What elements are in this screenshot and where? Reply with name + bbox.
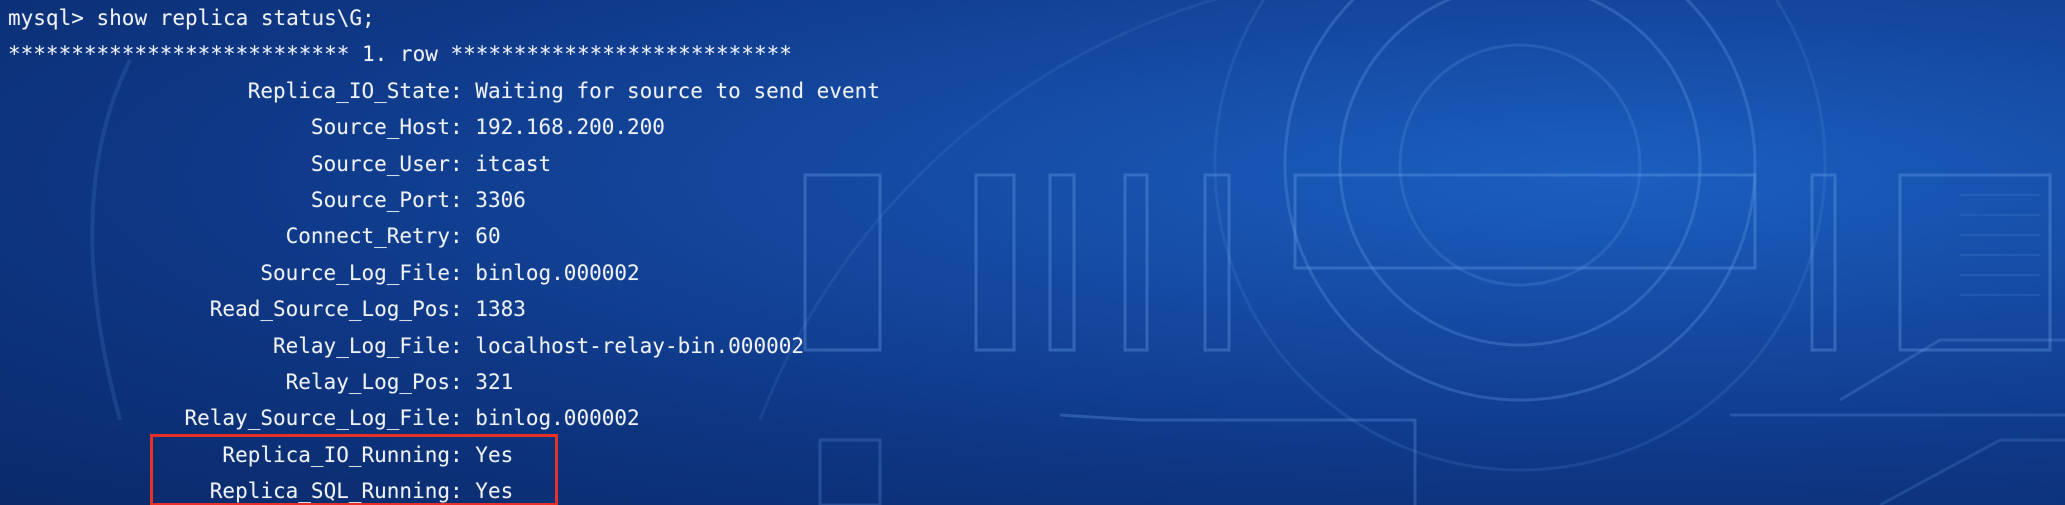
field-value: binlog.000002 [475, 406, 640, 431]
field-separator: : [450, 369, 476, 394]
field-key: Read_Source_Log_Pos [209, 297, 450, 322]
field-key: Replica_IO_Running [222, 442, 450, 467]
field-row-replica-io-state: Replica_IO_State: Waiting for source to … [8, 73, 2058, 109]
field-separator: : [450, 333, 476, 358]
field-separator: : [450, 297, 476, 322]
field-separator: : [450, 78, 476, 103]
field-row-replica-io-running: Replica_IO_Running: Yes [8, 437, 2058, 473]
field-value: 1383 [475, 297, 526, 322]
mysql-terminal[interactable]: mysql> show replica status\G; **********… [8, 0, 2058, 505]
field-value: 60 [475, 224, 501, 249]
field-key: Source_User [310, 151, 450, 176]
command-line: mysql> show replica status\G; [8, 0, 2058, 36]
field-key: Source_Port [310, 187, 450, 212]
field-value: Waiting for source to send event [475, 78, 880, 103]
field-row-relay-source-log-file: Relay_Source_Log_File: binlog.000002 [8, 400, 2058, 436]
field-value: 321 [475, 369, 514, 394]
field-row-relay-log-file: Relay_Log_File: localhost-relay-bin.0000… [8, 328, 2058, 364]
field-separator: : [450, 115, 476, 140]
field-separator: : [450, 479, 476, 504]
field-row-source-user: Source_User: itcast [8, 146, 2058, 182]
field-row-read-source-log-pos: Read_Source_Log_Pos: 1383 [8, 291, 2058, 327]
field-key: Relay_Log_Pos [285, 369, 450, 394]
field-key: Source_Host [310, 115, 450, 140]
field-value: localhost-relay-bin.000002 [475, 333, 805, 358]
row-header: *************************** 1. row *****… [8, 42, 792, 67]
field-value: itcast [475, 151, 552, 176]
field-separator: : [450, 151, 476, 176]
field-value: binlog.000002 [475, 260, 640, 285]
field-row-source-port: Source_Port: 3306 [8, 182, 2058, 218]
command-text: show replica status\G; [96, 6, 375, 30]
field-value: 3306 [475, 187, 526, 212]
field-row-replica-sql-running: Replica_SQL_Running: Yes [8, 473, 2058, 505]
field-key: Relay_Source_Log_File [184, 406, 450, 431]
field-key: Replica_SQL_Running [209, 479, 450, 504]
field-row-connect-retry: Connect_Retry: 60 [8, 218, 2058, 254]
field-separator: : [450, 260, 476, 285]
field-separator: : [450, 187, 476, 212]
field-value: 192.168.200.200 [475, 115, 665, 140]
field-separator: : [450, 442, 476, 467]
field-value: Yes [475, 442, 514, 467]
field-key: Connect_Retry [285, 224, 450, 249]
field-row-relay-log-pos: Relay_Log_Pos: 321 [8, 364, 2058, 400]
field-value: Yes [475, 479, 514, 504]
field-key: Replica_IO_State [247, 78, 450, 103]
field-row-source-log-file: Source_Log_File: binlog.000002 [8, 255, 2058, 291]
mysql-prompt: mysql> [8, 6, 84, 30]
field-separator: : [450, 406, 476, 431]
field-key: Source_Log_File [260, 260, 450, 285]
field-row-source-host: Source_Host: 192.168.200.200 [8, 109, 2058, 145]
field-separator: : [450, 224, 476, 249]
field-key: Relay_Log_File [272, 333, 450, 358]
